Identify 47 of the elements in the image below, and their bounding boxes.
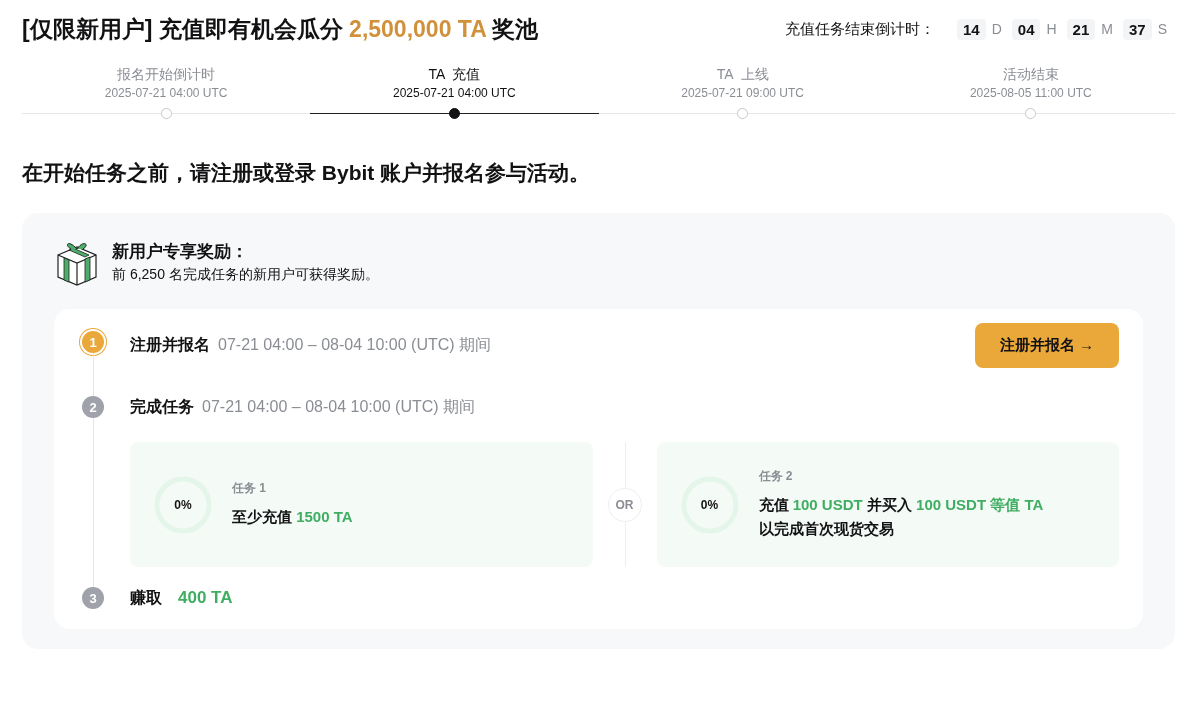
countdown-unit: D	[991, 21, 1002, 37]
stage-dot	[160, 108, 172, 119]
task-description: 以完成首次现货交易	[758, 519, 895, 539]
task-label: 任务 1	[232, 480, 267, 497]
stage-time: 2025-07-21 09:00 UTC	[681, 86, 804, 100]
reward-title: 新用户专享奖励：	[112, 241, 249, 263]
stage-time: 2025-07-21 04:00 UTC	[104, 86, 228, 100]
countdown-value: 14	[957, 18, 986, 40]
progress-percent: 0%	[174, 497, 192, 512]
step-title: 完成任务	[130, 396, 194, 417]
step-number: 2	[82, 396, 104, 418]
timeline-stage[interactable]: 活动结束 2025-08-05 11:00 UTC	[886, 66, 1175, 119]
reward-amount: 400 TA	[178, 588, 233, 608]
reward-description: 前 6,250 名完成任务的新用户可获得奖励。	[112, 266, 379, 284]
task-label: 任务 2	[758, 468, 794, 485]
task-description: 充值 100 USDT 并买入 100 USDT 等值 TA	[758, 495, 1044, 515]
stage-dot	[1025, 108, 1037, 119]
stage-label: TA 上线	[716, 66, 769, 84]
step-number: 3	[82, 587, 104, 609]
step-period: 07-21 04:00 – 08-04 10:00 (UTC) 期间	[202, 396, 476, 417]
section-heading: 在开始任务之前，请注册或登录 Bybit 账户并报名参与活动。	[22, 160, 592, 186]
stage-time: 2025-07-21 04:00 UTC	[393, 86, 516, 100]
stage-dot	[737, 108, 749, 119]
countdown-unit: H	[1046, 21, 1057, 37]
stage-label: TA 充值	[428, 66, 481, 84]
page-title: [仅限新用户] 充值即有机会瓜分 2,500,000 TA 奖池	[22, 14, 539, 44]
step-title: 注册并报名	[130, 335, 210, 355]
step-number: 1	[82, 331, 104, 353]
timeline-stage[interactable]: 报名开始倒计时 2025-07-21 04:00 UTC	[22, 66, 311, 119]
countdown-value: 04	[1011, 18, 1041, 40]
stage-dot	[448, 108, 460, 119]
step-title: 赚取	[130, 587, 162, 608]
countdown-value: 21	[1066, 18, 1096, 40]
task-description: 至少充值 1500 TA	[232, 507, 353, 527]
stage-label: 活动结束	[1002, 66, 1059, 84]
or-separator: OR	[607, 487, 642, 522]
countdown-unit: S	[1157, 21, 1167, 37]
stage-time: 2025-08-05 11:00 UTC	[969, 86, 1092, 100]
register-button[interactable]: 注册并报名 →	[974, 323, 1119, 368]
timeline-stage[interactable]: TA 充值 2025-07-21 04:00 UTC	[310, 66, 599, 119]
countdown-value: 37	[1122, 18, 1152, 40]
stage-label: 报名开始倒计时	[117, 66, 216, 84]
timeline-stage[interactable]: TA 上线 2025-07-21 09:00 UTC	[598, 66, 887, 119]
countdown-unit: M	[1101, 21, 1113, 37]
countdown-label: 充值任务结束倒计时：	[785, 19, 935, 39]
step-period: 07-21 04:00 – 08-04 10:00 (UTC) 期间	[218, 335, 492, 355]
progress-percent: 0%	[700, 497, 719, 512]
